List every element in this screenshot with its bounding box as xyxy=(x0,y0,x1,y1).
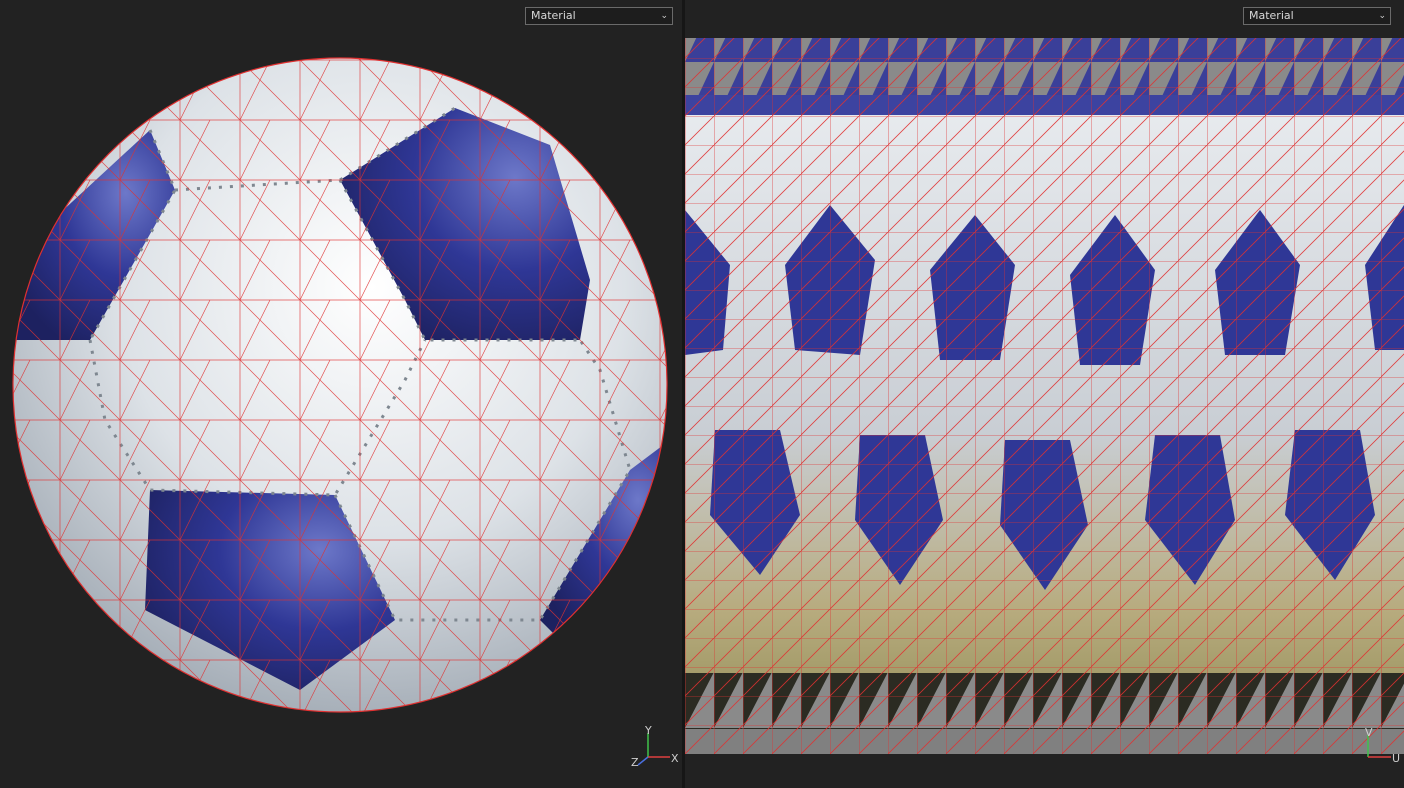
uv-texture-map xyxy=(685,38,1404,754)
shading-mode-value: Material xyxy=(1249,9,1294,22)
soccer-ball-mesh xyxy=(12,57,668,713)
viewport-uv[interactable]: V U Material ⌄ xyxy=(685,0,1404,788)
axis-y-label: Y xyxy=(644,724,652,737)
axis-z-label: Z xyxy=(631,756,639,769)
uv-canvas[interactable]: V U xyxy=(685,0,1404,788)
axis-x-label: X xyxy=(671,752,679,765)
viewport-3d[interactable]: Y X Z Material ⌄ xyxy=(0,0,682,788)
axis-v-label: V xyxy=(1365,726,1373,739)
shading-mode-dropdown-uv[interactable]: Material ⌄ xyxy=(1243,7,1391,25)
shading-mode-dropdown-3d[interactable]: Material ⌄ xyxy=(525,7,673,25)
viewport-canvas[interactable]: Y X Z xyxy=(0,0,682,788)
shading-mode-value: Material xyxy=(531,9,576,22)
chevron-down-icon: ⌄ xyxy=(660,11,668,21)
axis-u-label: U xyxy=(1392,752,1400,765)
chevron-down-icon: ⌄ xyxy=(1378,11,1386,21)
axis-gizmo: Y X Z xyxy=(631,724,679,769)
